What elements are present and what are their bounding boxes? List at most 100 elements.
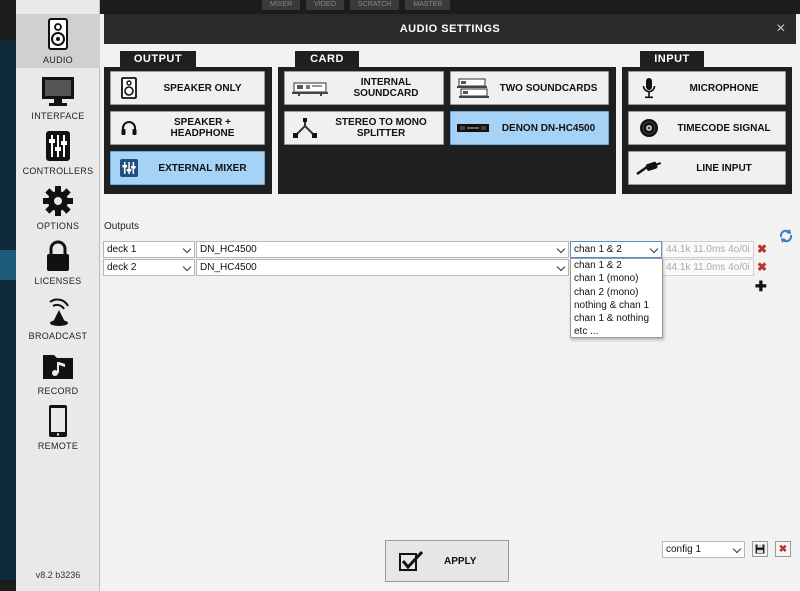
sidebar-item-label: OPTIONS [36, 221, 80, 231]
sidebar-item-audio[interactable]: AUDIO [16, 14, 100, 68]
broadcast-icon [49, 298, 69, 326]
channel-option[interactable]: nothing & chan 1 [571, 299, 662, 312]
bg-tab-video: VIDEO [306, 0, 344, 10]
microphone-label: MICROPHONE [689, 82, 759, 94]
add-output-icon[interactable]: ✚ [755, 278, 767, 295]
channel-option[interactable]: chan 1 & 2 [571, 259, 662, 272]
vinyl-record-icon [629, 112, 669, 144]
sidebar-item-broadcast[interactable]: BROADCAST [16, 290, 100, 344]
sidebar-item-options[interactable]: OPTIONS [16, 180, 100, 234]
background-deck-strip [0, 40, 16, 580]
floppy-disk-icon [755, 544, 765, 554]
apply-label: APPLY [444, 555, 477, 567]
checkbox-check-icon [386, 550, 436, 572]
stereo-mono-splitter-button[interactable]: STEREO TO MONO SPLITTER [284, 111, 444, 145]
sidebar-item-controllers[interactable]: CONTROLLERS [16, 125, 100, 179]
speaker-headphone-label: SPEAKER + HEADPHONE [170, 117, 235, 139]
internal-soundcard-button[interactable]: INTERNAL SOUNDCARD [284, 71, 444, 105]
external-mixer-button[interactable]: EXTERNAL MIXER [110, 151, 265, 185]
bg-tab-scratch: SCRATCH [349, 0, 400, 10]
bg-tab-mixer: MIXER [262, 0, 301, 10]
chevron-down-icon [556, 262, 566, 272]
chevron-down-icon [182, 244, 192, 254]
device-select-2[interactable]: DN_HC4500 [196, 259, 569, 276]
channel-option[interactable]: chan 1 & nothing [571, 312, 662, 325]
denon-controller-icon [451, 112, 495, 144]
chevron-down-icon [732, 544, 742, 554]
channel-select-value: chan 1 & 2 [574, 244, 622, 255]
speaker-headphone-button[interactable]: SPEAKER + HEADPHONE [110, 111, 265, 145]
monitor-icon [42, 77, 74, 106]
sidebar-item-label: INTERFACE [31, 111, 85, 121]
device-select-value: DN_HC4500 [200, 244, 257, 255]
sidebar-item-label: REMOTE [37, 441, 79, 451]
background-tabs: MIXER VIDEO SCRATCH MASTER [262, 0, 782, 10]
chevron-down-icon [556, 244, 566, 254]
sidebar-item-record[interactable]: RECORD [16, 345, 100, 399]
timecode-signal-label: TIMECODE SIGNAL [677, 122, 771, 134]
sidebar-item-licenses[interactable]: LICENSES [16, 235, 100, 289]
output-group-title: OUTPUT [120, 51, 196, 67]
line-input-label: LINE INPUT [696, 162, 752, 174]
refresh-icon[interactable] [778, 228, 794, 244]
outputs-label: Outputs [104, 221, 140, 232]
microphone-icon [629, 72, 669, 104]
channel-select-1[interactable]: chan 1 & 2 [570, 241, 662, 258]
settings-sidebar: AUDIO INTERFACE CONTROLLERS OPTIONS LICE… [16, 0, 100, 591]
delete-config-icon: ✖ [778, 543, 788, 555]
sidebar-item-interface[interactable]: INTERFACE [16, 70, 100, 124]
soundcard-icon [285, 72, 335, 104]
denon-dn-hc4500-button[interactable]: DENON DN-HC4500 [450, 111, 609, 145]
version-label: v8.2 b3236 [35, 570, 81, 580]
card-group-title: CARD [295, 51, 359, 67]
chevron-down-icon [182, 262, 192, 272]
delete-output-row-1-icon[interactable]: ✖ [757, 242, 767, 256]
denon-dn-hc4500-label: DENON DN-HC4500 [501, 122, 596, 134]
delete-config-button[interactable]: ✖ [775, 541, 791, 557]
music-folder-icon [43, 355, 73, 379]
gear-icon [43, 186, 73, 216]
timecode-signal-button[interactable]: TIMECODE SIGNAL [628, 111, 786, 145]
deck-select-value: deck 2 [107, 262, 137, 273]
mixer-icon [111, 152, 147, 184]
splitter-cable-icon [285, 112, 325, 144]
stereo-mono-splitter-label: STEREO TO MONO SPLITTER [335, 117, 427, 139]
config-select[interactable]: config 1 [662, 541, 745, 558]
config-select-value: config 1 [666, 544, 702, 555]
deck-select-2[interactable]: deck 2 [103, 259, 195, 276]
deck-select-value: deck 1 [107, 244, 137, 255]
chevron-down-icon [649, 244, 659, 254]
sidebar-item-label: RECORD [37, 386, 79, 396]
channel-option[interactable]: etc ... [571, 325, 662, 338]
close-icon[interactable]: × [776, 14, 786, 44]
sliders-icon [46, 131, 70, 161]
deck-select-1[interactable]: deck 1 [103, 241, 195, 258]
channel-dropdown-list: chan 1 & 2 chan 1 (mono) chan 2 (mono) n… [570, 258, 663, 338]
external-mixer-label: EXTERNAL MIXER [158, 162, 247, 174]
speaker-only-button[interactable]: SPEAKER ONLY [110, 71, 265, 105]
tablet-icon [49, 405, 67, 437]
device-info-2: 44.1k 11.0ms 4o/0i [662, 259, 754, 276]
microphone-button[interactable]: MICROPHONE [628, 71, 786, 105]
background-deck-highlight [0, 250, 16, 280]
channel-option[interactable]: chan 1 (mono) [571, 272, 662, 285]
two-soundcards-icon [451, 72, 495, 104]
lock-icon [47, 240, 69, 271]
two-soundcards-button[interactable]: TWO SOUNDCARDS [450, 71, 609, 105]
device-select-1[interactable]: DN_HC4500 [196, 241, 569, 258]
headphone-icon [111, 112, 147, 144]
sidebar-item-remote[interactable]: REMOTE [16, 400, 100, 454]
two-soundcards-label: TWO SOUNDCARDS [499, 82, 598, 94]
delete-output-row-2-icon[interactable]: ✖ [757, 260, 767, 274]
line-input-button[interactable]: LINE INPUT [628, 151, 786, 185]
sidebar-item-label: LICENSES [34, 276, 82, 286]
save-config-button[interactable] [752, 541, 768, 557]
dialog-title: AUDIO SETTINGS [399, 23, 501, 35]
sidebar-item-label: AUDIO [42, 55, 73, 65]
channel-option[interactable]: chan 2 (mono) [571, 286, 662, 299]
speaker-icon [111, 72, 147, 104]
device-select-value: DN_HC4500 [200, 262, 257, 273]
apply-button[interactable]: APPLY [385, 540, 509, 582]
sidebar-item-label: CONTROLLERS [22, 166, 94, 176]
sidebar-item-label: BROADCAST [28, 331, 88, 341]
